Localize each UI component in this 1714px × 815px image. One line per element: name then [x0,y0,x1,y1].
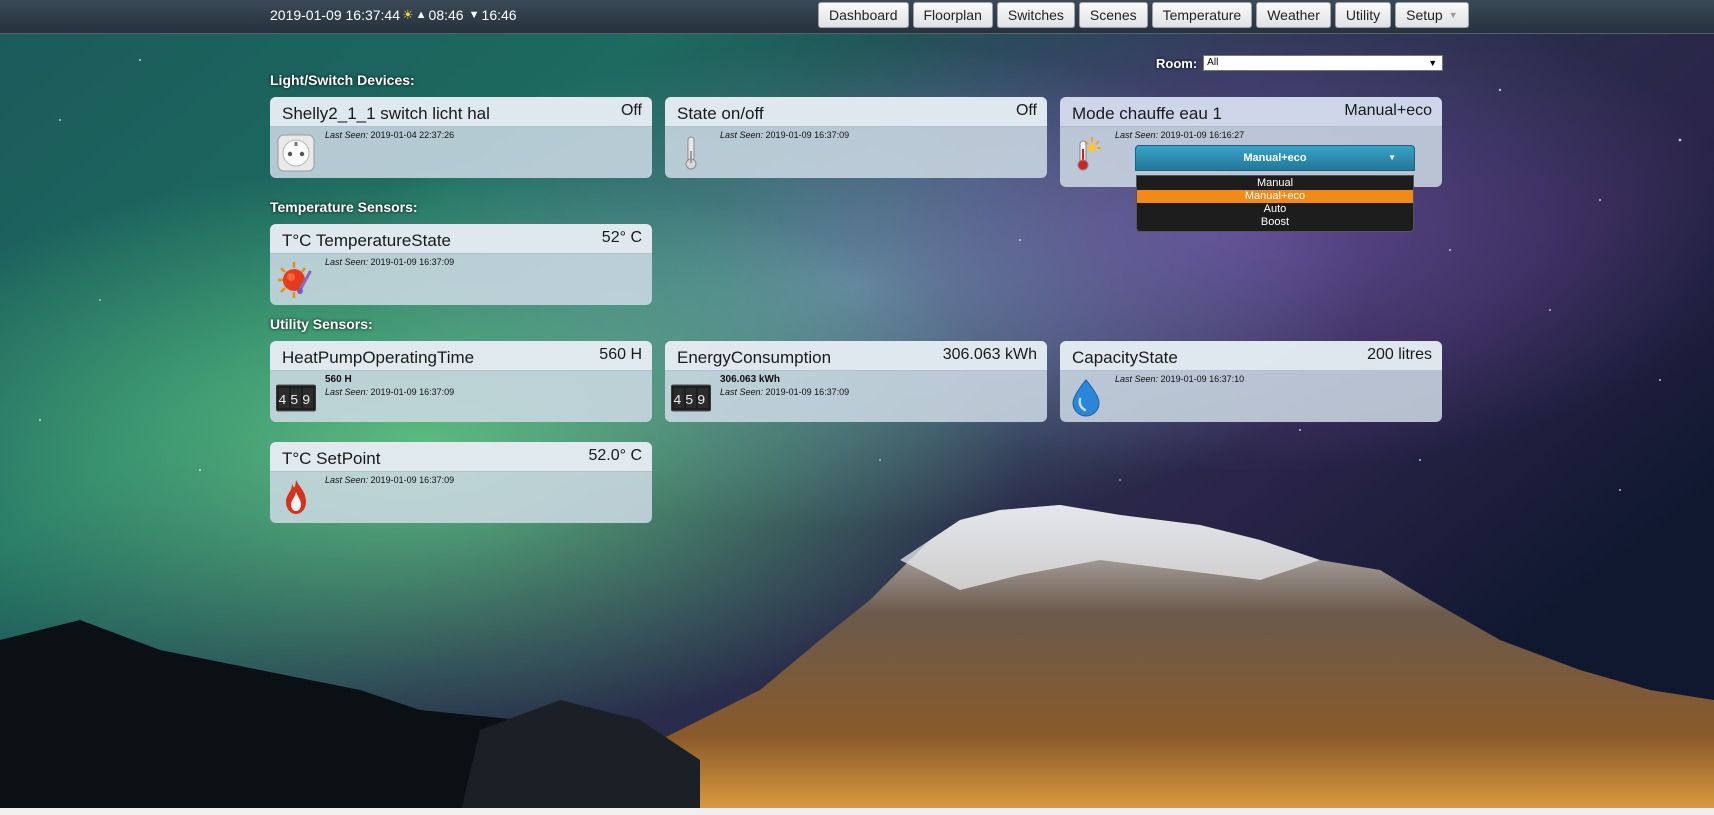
chevron-down-icon: ▼ [1388,153,1396,162]
current-datetime: 2019-01-09 16:37:44 [270,7,400,23]
nav-temperature[interactable]: Temperature [1151,2,1253,28]
nav-floorplan[interactable]: Floorplan [912,2,993,28]
device-name: HeatPumpOperatingTime [282,348,475,367]
mode-select-button[interactable]: Manual+eco ▼ [1135,145,1415,171]
counter-icon[interactable]: 459 [275,377,317,417]
nav-weather[interactable]: Weather [1256,2,1331,28]
last-seen-value: 2019-01-09 16:37:09 [765,130,850,140]
nav-utility[interactable]: Utility [1334,2,1392,28]
device-name: Shelly2_1_1 switch licht hal [282,104,490,123]
device-status: 52.0° C [588,447,642,464]
card-details: Last Seen: 2019-01-09 16:37:09 [325,475,455,485]
card-header: State on/off Off [665,97,1047,127]
last-seen-value: 2019-01-09 16:37:09 [370,387,455,397]
chevron-down-icon: ▼ [1448,10,1458,20]
device-card-energy[interactable]: EnergyConsumption 306.063 kWh 459 306.06… [665,341,1047,422]
card-header: HeatPumpOperatingTime 560 H [270,341,652,371]
power-socket-icon[interactable] [276,133,316,173]
card-header: T°C SetPoint 52.0° C [270,442,652,472]
device-name: T°C TemperatureState [282,231,452,250]
mode-option-auto[interactable]: Auto [1137,203,1413,216]
card-details: 560 H Last Seen: 2019-01-09 16:37:09 [325,374,455,397]
last-seen-value: 2019-01-09 16:16:27 [1160,130,1245,140]
device-name: T°C SetPoint [282,449,381,468]
section-temperature: Temperature Sensors: [270,199,418,215]
last-seen-value: 2019-01-09 16:37:09 [370,257,455,267]
card-details: Last Seen: 2019-01-09 16:37:09 [720,130,850,140]
mode-option-manual-eco[interactable]: Manual+eco [1137,190,1413,203]
mode-select-options: Manual Manual+eco Auto Boost [1136,175,1414,232]
device-card-setpoint[interactable]: T°C SetPoint 52.0° C Last Seen: 2019-01-… [270,442,652,523]
card-details: Last Seen: 2019-01-09 16:37:10 [1115,374,1245,384]
card-details: Last Seen: 2019-01-04 22:37:26 [325,130,455,140]
card-header: Mode chauffe eau 1 Manual+eco [1060,97,1442,127]
last-seen-value: 2019-01-09 16:37:10 [1160,374,1245,384]
card-header: EnergyConsumption 306.063 kWh [665,341,1047,371]
svg-text:459: 459 [673,393,709,409]
device-status: Off [620,102,642,119]
top-bar: 2019-01-09 16:37:44 ☀ ▲ 08:46 ▼ 16:46 Da… [0,0,1714,34]
mode-option-boost[interactable]: Boost [1137,216,1413,229]
card-details: Last Seen: 2019-01-09 16:16:27 [1115,130,1245,140]
main-nav: Dashboard Floorplan Switches Scenes Temp… [818,2,1469,28]
sun-icon: ☀ [402,7,414,22]
device-status: 306.063 kWh [942,346,1037,363]
room-filter: Room: All ▼ [1156,55,1444,71]
chevron-down-icon: ▼ [1428,58,1438,68]
device-status: Off [1015,102,1037,119]
room-label: Room: [1156,55,1198,71]
hot-thermometer-icon[interactable] [1066,133,1106,173]
section-utility: Utility Sensors: [270,316,373,332]
device-card-capacity[interactable]: CapacityState 200 litres Last Seen: 2019… [1060,341,1442,422]
card-header: CapacityState 200 litres [1060,341,1442,371]
sunset-arrow-icon: ▼ [465,9,480,21]
last-seen-value: 2019-01-04 22:37:26 [370,130,455,140]
device-status: Manual+eco [1344,102,1432,119]
last-seen-value: 2019-01-09 16:37:09 [765,387,850,397]
device-card-temperature-state[interactable]: T°C TemperatureState 52° C Last Seen: 20… [270,224,652,305]
last-seen-value: 2019-01-09 16:37:09 [370,475,455,485]
clock: 2019-01-09 16:37:44 ☀ ▲ 08:46 ▼ 16:46 [270,7,517,23]
thermometer-icon[interactable] [671,133,711,173]
card-header: Shelly2_1_1 switch licht hal Off [270,97,652,127]
mode-option-manual[interactable]: Manual [1137,177,1413,190]
sunrise-time: 08:46 [428,7,464,23]
counter-icon[interactable]: 459 [670,377,712,417]
room-select[interactable]: All ▼ [1203,55,1444,71]
device-status: 52° C [601,229,642,246]
sunset-time: 16:46 [481,7,517,23]
sun-temperature-icon[interactable] [276,260,316,300]
device-name: State on/off [677,104,764,123]
device-status: 560 H [599,346,642,363]
nav-dashboard[interactable]: Dashboard [818,2,909,28]
dashboard-content: Room: All ▼ Light/Switch Devices: Temper… [0,0,1714,815]
water-drop-icon[interactable] [1066,377,1106,417]
device-name: CapacityState [1072,348,1178,367]
nav-switches[interactable]: Switches [996,2,1075,28]
nav-scenes[interactable]: Scenes [1078,2,1148,28]
card-details: Last Seen: 2019-01-09 16:37:09 [325,257,455,267]
device-card-shelly[interactable]: Shelly2_1_1 switch licht hal Off Last Se… [270,97,652,178]
counter-value: 306.063 kWh [720,374,781,385]
device-card-heatpump-time[interactable]: HeatPumpOperatingTime 560 H 459 560 H La… [270,341,652,422]
svg-text:459: 459 [278,393,314,409]
nav-setup[interactable]: Setup ▼ [1395,2,1469,28]
card-header: T°C TemperatureState 52° C [270,224,652,254]
card-details: 306.063 kWh Last Seen: 2019-01-09 16:37:… [720,374,850,397]
device-name: EnergyConsumption [677,348,832,367]
device-card-state[interactable]: State on/off Off Last Seen: 2019-01-09 1… [665,97,1047,178]
sunrise-arrow-icon: ▲ [415,9,427,21]
device-card-mode[interactable]: Mode chauffe eau 1 Manual+eco Last Seen:… [1060,97,1442,187]
section-light-switch: Light/Switch Devices: [270,72,415,88]
device-name: Mode chauffe eau 1 [1072,104,1222,123]
device-status: 200 litres [1367,346,1432,363]
counter-value: 560 H [325,374,352,385]
flame-icon[interactable] [276,478,316,518]
